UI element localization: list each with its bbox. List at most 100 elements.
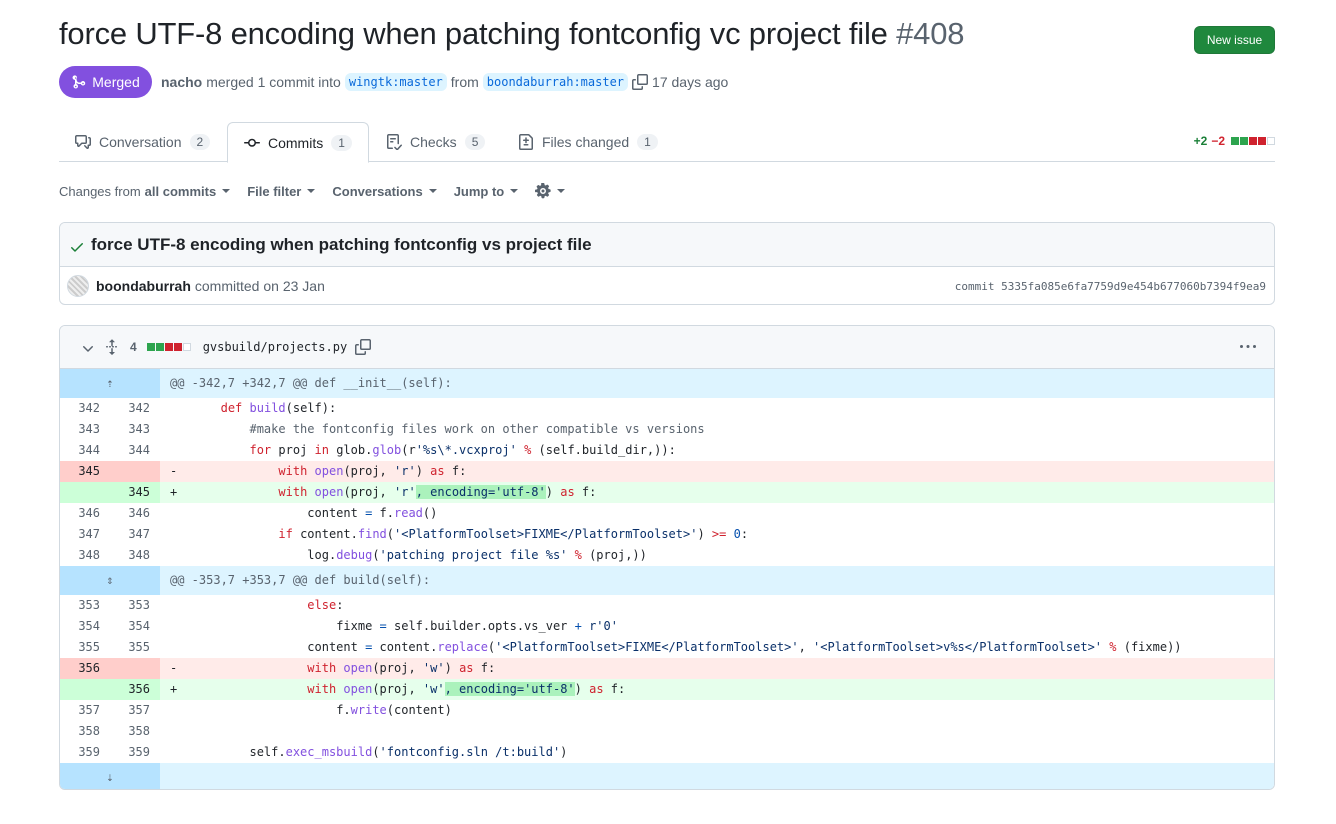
merged-badge: Merged [59,66,152,98]
old-line-number[interactable]: 348 [60,545,110,566]
old-line-number[interactable]: 345 [60,461,110,482]
new-line-number[interactable]: 353 [110,595,160,616]
commit-sha[interactable]: commit 5335fa085e6fa7759d9e454b677060b73… [955,280,1266,293]
diff-line: 355 355 content = content.replace('<Plat… [60,637,1274,658]
tab-checks-label: Checks [410,134,457,150]
new-line-number[interactable]: 345 [110,482,160,503]
new-line-number[interactable]: 359 [110,742,160,763]
copy-icon[interactable] [632,74,649,90]
expand-up-icon[interactable]: ⇡ [60,369,160,398]
head-branch[interactable]: boondaburrah:master [482,73,629,91]
tab-conversation-count: 2 [189,134,211,150]
new-line-number[interactable]: 357 [110,700,160,721]
merge-time: 17 days ago [652,74,729,90]
merger-link[interactable]: nacho [161,74,202,90]
commit-author[interactable]: boondaburrah [96,278,191,294]
old-line-number[interactable]: 342 [60,398,110,419]
tab-files-changed[interactable]: Files changed 1 [502,122,674,162]
new-line-number[interactable]: 354 [110,616,160,637]
new-line-number[interactable] [110,658,160,679]
tab-commits-count: 1 [331,134,352,151]
changes-from-value: all commits [144,183,217,199]
code-line: #make the fontconfig files work on other… [249,422,705,436]
tab-checks[interactable]: Checks 5 [370,122,501,162]
unfold-icon[interactable]: ⇕ [60,566,160,595]
pr-tabs: Conversation 2 Commits 1 Checks 5 Files … [59,122,1275,163]
tab-files-count: 1 [637,134,658,150]
new-line-number[interactable]: 344 [110,440,160,461]
new-line-number[interactable]: 358 [110,721,160,742]
diff-line-added: 356 + with open(proj, 'w', encoding='utf… [60,679,1274,700]
unfold-icon[interactable] [104,339,120,355]
new-line-number[interactable]: 342 [110,398,160,419]
old-line-number[interactable] [60,482,110,503]
jump-to-label: Jump to [453,183,505,199]
old-line-number[interactable]: 357 [60,700,110,721]
file-header: 4 gvsbuild/projects.py [60,326,1274,369]
commit-header: force UTF-8 encoding when patching fontc… [60,223,1274,267]
tab-commits[interactable]: Commits 1 [227,122,369,163]
tab-conversation[interactable]: Conversation 2 [59,122,226,162]
diff-settings-dropdown[interactable] [535,183,566,199]
new-line-number[interactable]: 348 [110,545,160,566]
old-line-number[interactable]: 347 [60,524,110,545]
caret-down-icon [510,189,519,193]
avatar[interactable] [67,275,89,297]
code-line [160,721,1274,742]
diffstat-blocks [1231,137,1275,145]
commit-box: force UTF-8 encoding when patching fontc… [59,222,1275,305]
additions-count: +2 [1193,134,1208,148]
check-icon[interactable] [69,239,85,255]
hunk-header: ⇡ @@ -342,7 +342,7 @@ def __init__(self)… [60,369,1274,398]
old-line-number[interactable]: 346 [60,503,110,524]
old-line-number[interactable] [60,679,110,700]
tab-checks-count: 5 [464,134,486,150]
commit-title: force UTF-8 encoding when patching fontc… [91,234,592,254]
file-filter-dropdown[interactable]: File filter [247,184,316,199]
old-line-number[interactable]: 353 [60,595,110,616]
old-line-number[interactable]: 355 [60,637,110,658]
new-line-number[interactable]: 347 [110,524,160,545]
commit-date: committed on 23 Jan [194,278,325,294]
old-line-number[interactable]: 343 [60,419,110,440]
file-diff: 4 gvsbuild/projects.py ⇡ @@ -342,7 +342,… [59,325,1275,790]
diff-line: 343 343 #make the fontconfig files work … [60,419,1274,440]
checklist-icon [387,134,402,150]
kebab-horizontal-icon[interactable] [1240,339,1256,355]
tab-conversation-label: Conversation [99,134,182,150]
caret-down-icon [307,189,316,193]
conversations-dropdown[interactable]: Conversations [332,184,437,199]
new-line-number[interactable] [110,461,160,482]
code-line: log.debug('patching project file %s' % (… [307,548,647,562]
old-line-number[interactable]: 358 [60,721,110,742]
tab-commits-label: Commits [268,134,324,151]
new-line-number[interactable]: 346 [110,503,160,524]
copy-icon[interactable] [355,339,372,355]
changes-from-dropdown[interactable]: Changes from all commits [59,183,231,199]
new-issue-button[interactable]: New issue [1194,26,1275,54]
diff-line-added: 345 + with open(proj, 'r', encoding='utf… [60,482,1274,503]
new-line-number[interactable]: 343 [110,419,160,440]
expand-down-icon[interactable]: ⇣ [60,763,160,789]
diff-line: 358 358 [60,721,1274,742]
page-title: force UTF-8 encoding when patching fontc… [59,16,964,52]
code-line: f.write(content) [336,703,452,717]
old-line-number[interactable]: 344 [60,440,110,461]
old-line-number[interactable]: 359 [60,742,110,763]
hunk-footer: ⇣ [60,763,1274,789]
base-branch[interactable]: wingtk:master [344,73,447,91]
old-line-number[interactable]: 354 [60,616,110,637]
diff-line: 346 346 content = f.read() [60,503,1274,524]
hunk-header: ⇕ @@ -353,7 +353,7 @@ def build(self): [60,566,1274,595]
new-line-number[interactable]: 356 [110,679,160,700]
jump-to-dropdown[interactable]: Jump to [454,184,519,199]
diff-line: 347 347 if content.find('<PlatformToolse… [60,524,1274,545]
new-line-number[interactable]: 355 [110,637,160,658]
file-path[interactable]: gvsbuild/projects.py [203,340,348,354]
code-line: fixme = self.builder.opts.vs_ver + r'0' [336,619,618,633]
merge-icon [72,75,86,89]
chevron-down-icon[interactable] [80,341,96,357]
code-line: else: [307,598,344,612]
diff-line: 354 354 fixme = self.builder.opts.vs_ver… [60,616,1274,637]
old-line-number[interactable]: 356 [60,658,110,679]
